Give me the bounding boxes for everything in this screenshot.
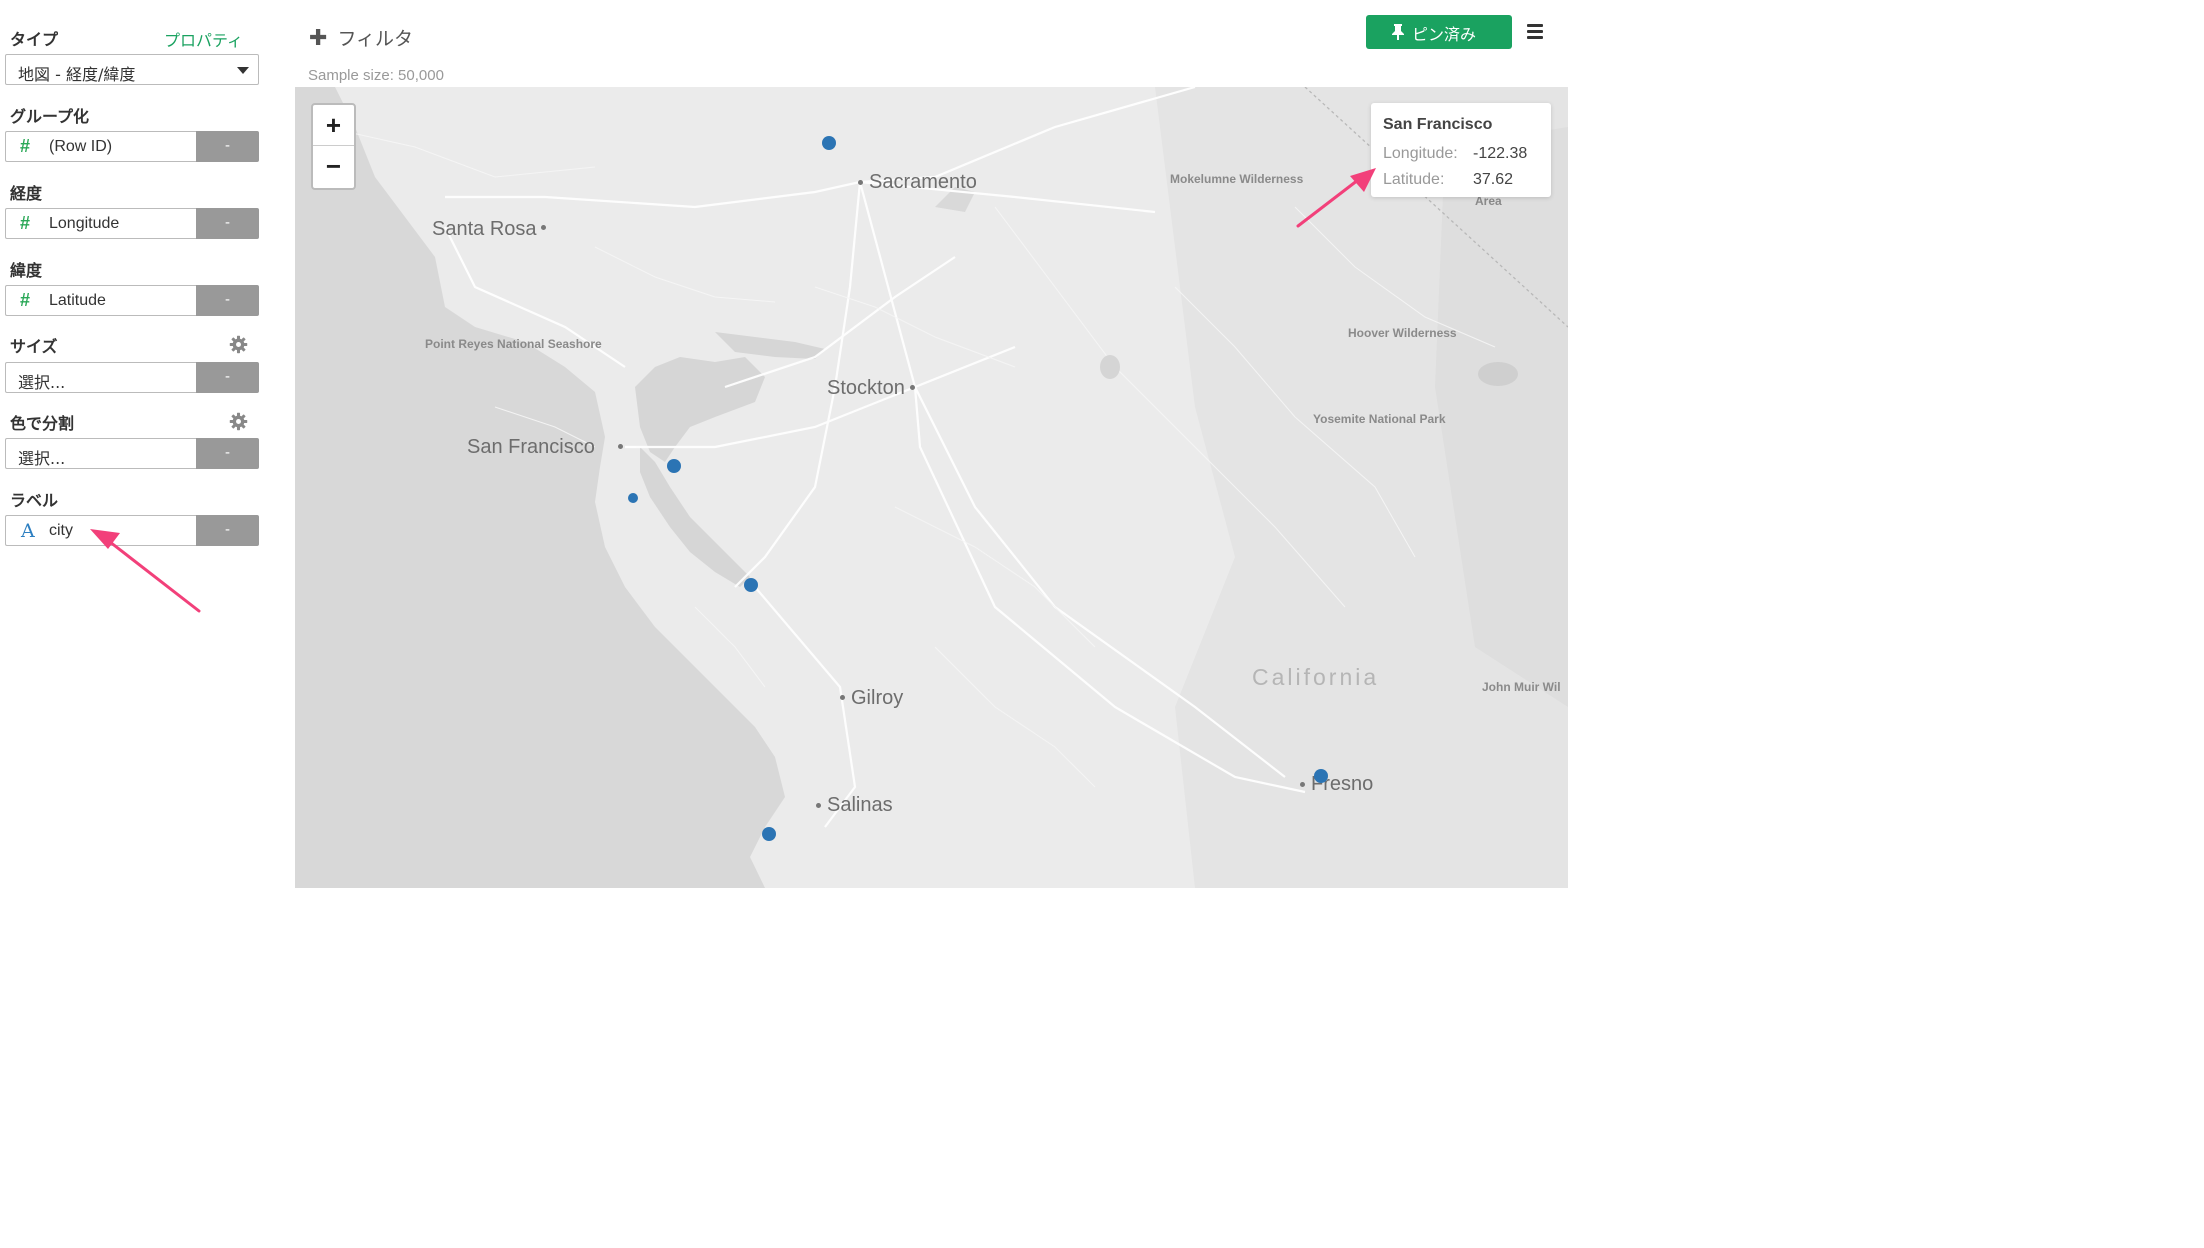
size-placeholder: 選択... bbox=[18, 373, 66, 392]
place-salinas: Salinas bbox=[827, 794, 893, 816]
place-san-francisco: San Francisco bbox=[467, 436, 595, 458]
label-field-box[interactable]: A city bbox=[5, 515, 196, 546]
map-marker[interactable] bbox=[667, 459, 681, 473]
label-remove-button[interactable]: - bbox=[196, 515, 259, 546]
hamburger-menu-icon[interactable] bbox=[1527, 24, 1543, 39]
place-gilroy: Gilroy bbox=[851, 687, 904, 709]
group-field-box[interactable]: # (Row ID) bbox=[5, 131, 196, 162]
map-marker[interactable] bbox=[744, 578, 758, 592]
group-field[interactable]: # (Row ID) - bbox=[5, 131, 259, 162]
sidebar: タイプ プロパティ 地図 - 経度/緯度 グループ化 # (Row ID) - … bbox=[0, 0, 270, 888]
place-mokelumne: Mokelumne Wilderness bbox=[1170, 172, 1304, 186]
group-field-name: (Row ID) bbox=[49, 138, 113, 155]
number-type-icon: # bbox=[20, 290, 31, 310]
plus-icon: ✚ bbox=[309, 26, 328, 51]
map-marker[interactable] bbox=[628, 493, 638, 503]
property-link[interactable]: プロパティ bbox=[164, 27, 243, 51]
fresno-dot bbox=[1300, 782, 1305, 787]
pin-button[interactable]: ピン済み bbox=[1366, 15, 1512, 49]
latitude-label: 緯度 bbox=[10, 261, 43, 280]
color-select[interactable]: 選択... bbox=[5, 438, 196, 469]
longitude-field-box[interactable]: # Longitude bbox=[5, 208, 196, 239]
latitude-field[interactable]: # Latitude - bbox=[5, 285, 259, 316]
tooltip-latitude-value: 37.62 bbox=[1473, 171, 1514, 188]
map-marker[interactable] bbox=[762, 827, 776, 841]
number-type-icon: # bbox=[20, 136, 31, 156]
place-hoover: Hoover Wilderness bbox=[1348, 326, 1457, 340]
tooltip-latitude-key: Latitude: bbox=[1383, 171, 1445, 188]
group-label: グループ化 bbox=[10, 107, 90, 126]
map-tooltip: San Francisco Longitude: -122.38 Latitud… bbox=[1371, 103, 1551, 197]
sacramento-dot bbox=[858, 180, 863, 185]
gilroy-dot bbox=[840, 695, 845, 700]
color-label: 色で分割 bbox=[10, 414, 75, 433]
gear-icon[interactable] bbox=[229, 335, 248, 354]
label-field[interactable]: A city - bbox=[5, 515, 259, 546]
longitude-remove-button[interactable]: - bbox=[196, 208, 259, 239]
tooltip-title: San Francisco bbox=[1383, 116, 1493, 133]
latitude-remove-button[interactable]: - bbox=[196, 285, 259, 316]
santa-rosa-dot bbox=[541, 225, 546, 230]
chevron-down-icon bbox=[237, 67, 249, 74]
group-remove-button[interactable]: - bbox=[196, 131, 259, 162]
salinas-dot bbox=[816, 803, 821, 808]
label-field-name: city bbox=[49, 522, 73, 539]
zoom-out-button[interactable]: − bbox=[313, 146, 354, 187]
pin-icon bbox=[1392, 24, 1404, 40]
size-field[interactable]: 選択... - bbox=[5, 362, 259, 393]
add-filter-button[interactable]: ✚ フィルタ bbox=[309, 24, 413, 51]
label-label: ラベル bbox=[10, 491, 59, 510]
place-yosemite: Yosemite National Park bbox=[1313, 412, 1446, 426]
number-type-icon: # bbox=[20, 213, 31, 233]
gear-icon[interactable] bbox=[229, 412, 248, 431]
sample-size: Sample size: 50,000 bbox=[308, 67, 444, 84]
place-john-muir: John Muir Wil bbox=[1482, 680, 1561, 694]
place-santa-rosa: Santa Rosa bbox=[432, 218, 537, 240]
place-california: California bbox=[1252, 664, 1380, 690]
size-remove-button[interactable]: - bbox=[196, 362, 259, 393]
text-type-icon: A bbox=[21, 520, 35, 542]
zoom-control: + − bbox=[311, 103, 356, 190]
size-select[interactable]: 選択... bbox=[5, 362, 196, 393]
zoom-in-button[interactable]: + bbox=[313, 105, 354, 146]
map-canvas[interactable]: Sacramento Santa Rosa Point Reyes Nation… bbox=[295, 87, 1568, 888]
stockton-dot bbox=[910, 385, 915, 390]
place-stockton: Stockton bbox=[827, 377, 905, 399]
map-marker[interactable] bbox=[822, 136, 836, 150]
longitude-label: 経度 bbox=[10, 184, 43, 203]
filter-label: フィルタ bbox=[337, 28, 414, 50]
chart-type-select[interactable]: 地図 - 経度/緯度 bbox=[5, 54, 259, 85]
latitude-field-box[interactable]: # Latitude bbox=[5, 285, 196, 316]
chart-type-value: 地図 - 経度/緯度 bbox=[18, 65, 136, 84]
longitude-field-name: Longitude bbox=[49, 215, 120, 232]
place-sacramento: Sacramento bbox=[869, 171, 977, 193]
type-label: タイプ bbox=[10, 30, 59, 49]
color-remove-button[interactable]: - bbox=[196, 438, 259, 469]
tooltip-longitude-value: -122.38 bbox=[1473, 145, 1528, 162]
map-marker[interactable] bbox=[1314, 769, 1328, 783]
latitude-field-name: Latitude bbox=[49, 292, 106, 309]
place-point-reyes: Point Reyes National Seashore bbox=[425, 337, 602, 351]
pin-label: ピン済み bbox=[1412, 25, 1477, 44]
color-placeholder: 選択... bbox=[18, 449, 66, 468]
map-basemap bbox=[295, 87, 1568, 888]
tooltip-longitude-key: Longitude: bbox=[1383, 145, 1458, 162]
san-francisco-dot bbox=[618, 444, 623, 449]
color-field[interactable]: 選択... - bbox=[5, 438, 259, 469]
size-label: サイズ bbox=[10, 337, 58, 356]
longitude-field[interactable]: # Longitude - bbox=[5, 208, 259, 239]
